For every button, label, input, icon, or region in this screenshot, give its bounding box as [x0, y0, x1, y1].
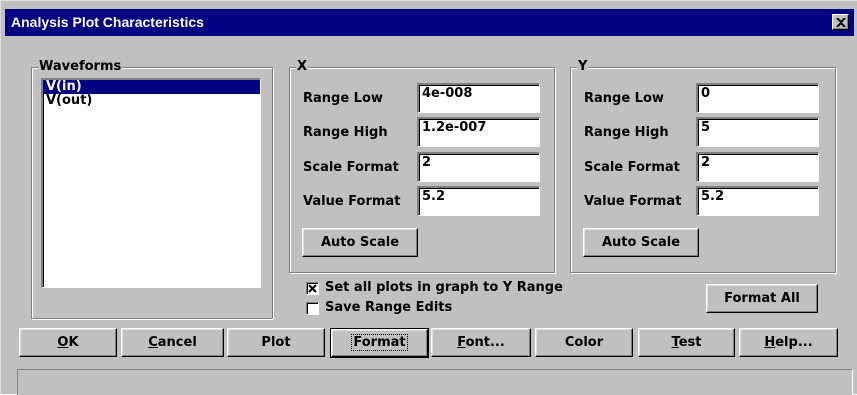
- list-item[interactable]: V(in): [43, 80, 260, 94]
- checkmark-icon: [308, 284, 317, 293]
- test-label: est: [678, 335, 702, 350]
- x-range-high-label: Range High: [303, 125, 388, 140]
- x-range-high-field[interactable]: 1.2e-007: [417, 117, 540, 147]
- set-all-plots-checkbox[interactable]: [306, 282, 319, 295]
- format-all-label: Format All: [724, 291, 800, 306]
- close-button[interactable]: [832, 14, 849, 30]
- cancel-mnemonic: C: [148, 335, 158, 350]
- format-all-button[interactable]: Format All: [706, 284, 818, 313]
- font-mnemonic: F: [457, 335, 466, 350]
- plot-button[interactable]: Plot: [227, 328, 325, 357]
- x-range-low-label: Range Low: [303, 91, 383, 106]
- list-item[interactable]: V(out): [43, 94, 260, 108]
- cancel-button[interactable]: Cancel: [121, 328, 224, 357]
- waveforms-listbox[interactable]: V(in) V(out): [41, 78, 261, 288]
- format-button[interactable]: Format: [330, 328, 429, 358]
- x-axis-legend: X: [296, 59, 309, 75]
- save-range-edits-checkbox[interactable]: [306, 302, 319, 315]
- x-range-low-field[interactable]: 4e-008: [417, 83, 540, 113]
- x-value-format-label: Value Format: [303, 194, 401, 209]
- format-label: Format: [351, 334, 408, 351]
- ok-button[interactable]: OK: [19, 328, 117, 357]
- color-button[interactable]: Color: [535, 328, 633, 357]
- save-range-edits-label[interactable]: Save Range Edits: [325, 300, 452, 316]
- help-label: elp...: [775, 335, 813, 350]
- title-bar[interactable]: Analysis Plot Characteristics: [5, 9, 854, 36]
- help-mnemonic: H: [764, 335, 776, 350]
- set-all-plots-label[interactable]: Set all plots in graph to Y Range: [325, 280, 563, 296]
- x-scale-format-label: Scale Format: [303, 160, 399, 175]
- y-scale-format-field[interactable]: 2: [696, 152, 819, 182]
- window-title: Analysis Plot Characteristics: [11, 14, 204, 30]
- x-scale-format-field[interactable]: 2: [417, 152, 540, 182]
- x-auto-scale-button[interactable]: Auto Scale: [302, 228, 418, 257]
- dialog-window: Analysis Plot Characteristics Waveforms …: [0, 0, 857, 395]
- font-button[interactable]: Font...: [431, 328, 531, 357]
- y-axis-legend: Y: [577, 59, 589, 75]
- status-bar: [17, 369, 853, 395]
- test-mnemonic: T: [671, 335, 679, 350]
- y-scale-format-label: Scale Format: [584, 160, 680, 175]
- x-value-format-field[interactable]: 5.2: [417, 186, 540, 216]
- help-button[interactable]: Help...: [739, 328, 838, 357]
- y-value-format-label: Value Format: [584, 194, 682, 209]
- y-value-format-field[interactable]: 5.2: [696, 186, 819, 216]
- y-range-low-field[interactable]: 0: [696, 83, 819, 113]
- y-range-high-label: Range High: [584, 125, 669, 140]
- x-auto-scale-label: Auto Scale: [320, 235, 400, 250]
- waveforms-legend: Waveforms: [38, 59, 123, 75]
- font-label: ont...: [465, 335, 505, 350]
- ok-label: K: [68, 335, 79, 350]
- plot-label: Plot: [261, 335, 291, 350]
- y-range-low-label: Range Low: [584, 91, 664, 106]
- color-label: Color: [564, 335, 604, 350]
- y-auto-scale-label: Auto Scale: [601, 235, 681, 250]
- test-button[interactable]: Test: [638, 328, 735, 357]
- ok-mnemonic: O: [57, 335, 69, 350]
- close-icon: [836, 18, 846, 27]
- y-auto-scale-button[interactable]: Auto Scale: [583, 228, 699, 257]
- cancel-label: ancel: [157, 335, 197, 350]
- y-range-high-field[interactable]: 5: [696, 117, 819, 147]
